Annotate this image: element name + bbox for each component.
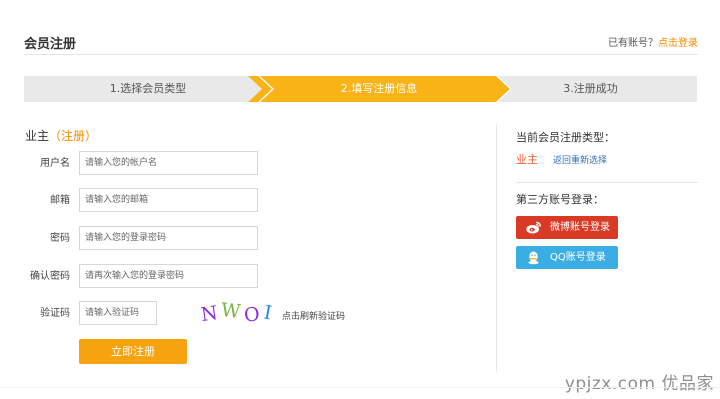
- vertical-divider: [496, 124, 497, 372]
- email-input[interactable]: [79, 188, 258, 212]
- login-link[interactable]: 点击登录: [658, 38, 698, 49]
- username-label: 用户名: [40, 158, 70, 169]
- password-label: 密码: [50, 233, 70, 244]
- member-type-tag: （注册）: [49, 129, 98, 143]
- refresh-captcha-link[interactable]: 点击刷新验证码: [282, 309, 345, 322]
- registration-steps: 1.选择会员类型 3.注册成功 2.填写注册信息: [24, 76, 697, 102]
- reselect-link[interactable]: 返回重新选择: [553, 153, 607, 166]
- footer-divider: [0, 387, 720, 388]
- captcha-input[interactable]: [79, 301, 157, 325]
- captcha-char: O: [243, 303, 261, 327]
- qq-login-button[interactable]: QQ账号登录: [516, 246, 618, 269]
- step-success: 3.注册成功: [484, 76, 697, 102]
- current-type-value: 业主: [516, 153, 538, 166]
- captcha-char: N: [199, 301, 220, 327]
- captcha-label: 验证码: [40, 308, 70, 319]
- member-type-label: 业主（注册）: [25, 127, 97, 144]
- email-label: 邮箱: [50, 195, 70, 206]
- register-button[interactable]: 立即注册: [79, 339, 187, 364]
- header-divider: [24, 54, 698, 55]
- step-fill-info: 2.填写注册信息: [248, 76, 510, 102]
- captcha-char: I: [262, 301, 274, 325]
- step-select-type: 1.选择会员类型: [24, 76, 272, 102]
- qq-login-label: QQ账号登录: [550, 252, 606, 263]
- qq-penguin-icon: [528, 251, 539, 265]
- weibo-login-label: 微博账号登录: [550, 222, 610, 233]
- login-prompt: 已有账号？: [608, 38, 658, 49]
- watermark: ypjzx.com 优品家: [564, 374, 714, 394]
- confirm-password-label: 确认密码: [30, 271, 70, 282]
- member-type: 业主: [25, 129, 50, 143]
- sidebar-divider: [516, 182, 698, 183]
- third-party-title: 第三方账号登录：: [516, 193, 604, 206]
- page-title: 会员注册: [24, 37, 77, 52]
- confirm-password-input[interactable]: [79, 264, 258, 288]
- weibo-login-button[interactable]: 微博账号登录: [516, 216, 618, 239]
- username-input[interactable]: [79, 151, 258, 175]
- captcha-char: W: [219, 299, 242, 323]
- password-input[interactable]: [79, 226, 258, 250]
- captcha-image[interactable]: N W O I: [199, 299, 275, 327]
- current-type-title: 当前会员注册类型：: [516, 131, 615, 144]
- weibo-icon: [526, 221, 541, 234]
- login-hint: 已有账号？点击登录: [608, 34, 698, 49]
